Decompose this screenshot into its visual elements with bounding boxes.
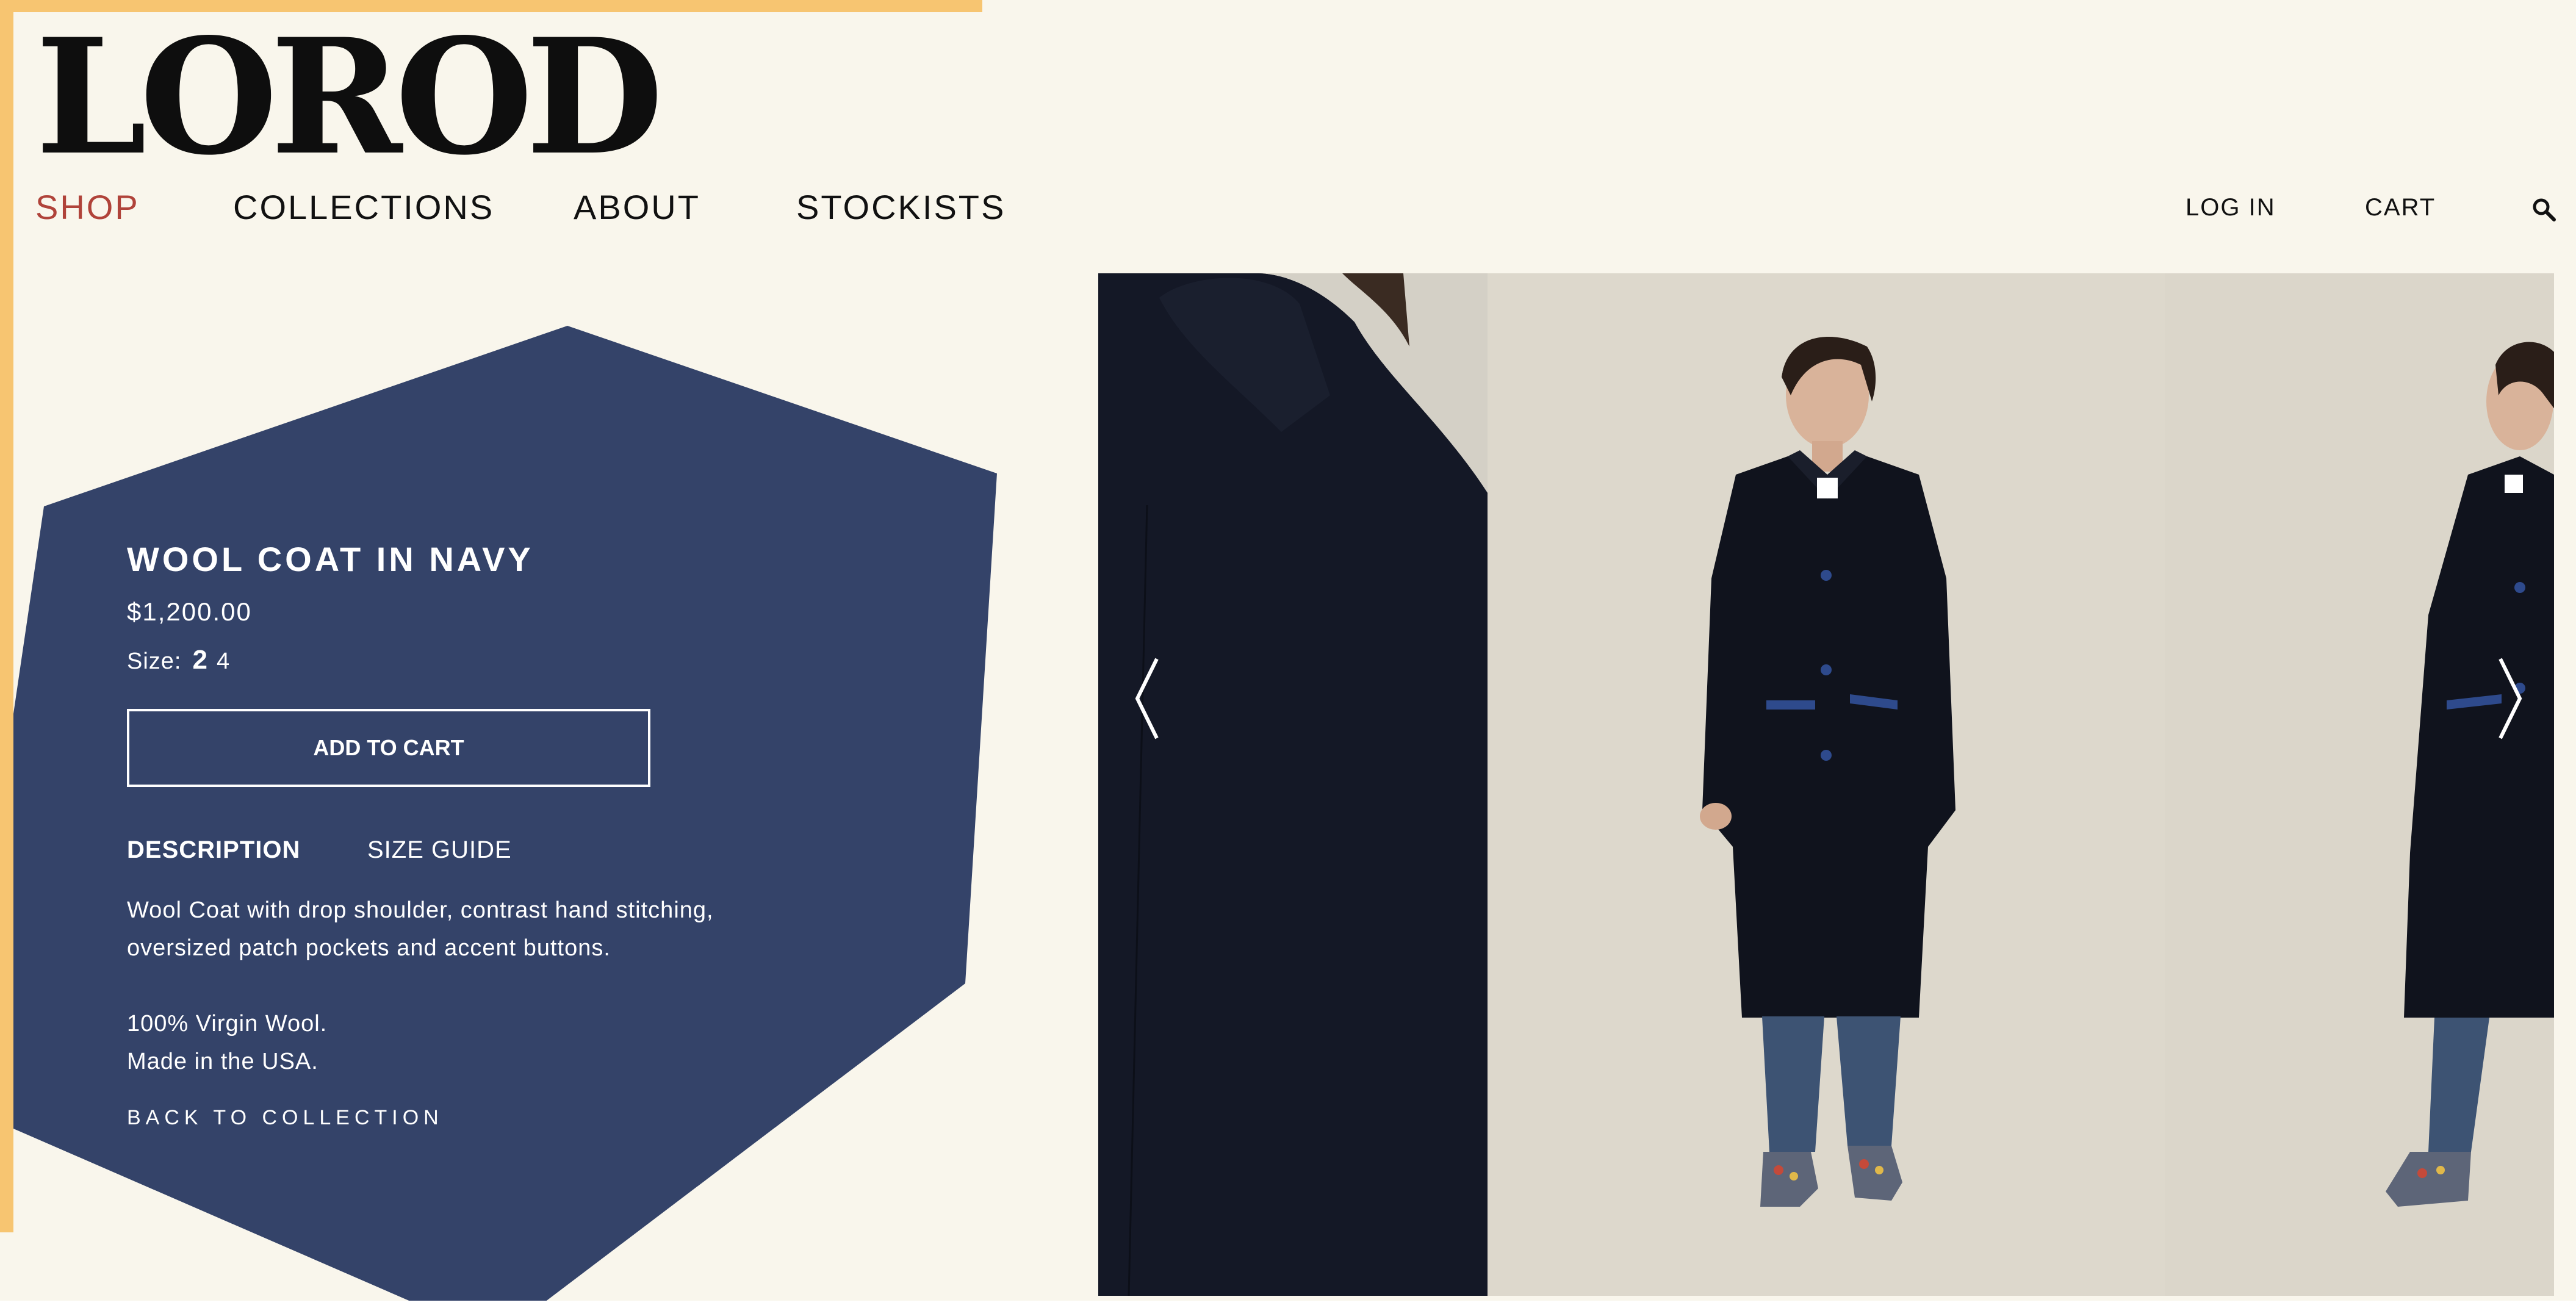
product-photos — [1098, 273, 2554, 1296]
login-link[interactable]: LOG IN — [2186, 192, 2276, 223]
size-selector: Size: 2 4 — [127, 644, 230, 678]
product-price: $1,200.00 — [127, 597, 252, 626]
tab-size-guide[interactable]: SIZE GUIDE — [367, 833, 512, 867]
product-image-gallery[interactable] — [1098, 273, 2554, 1296]
origin-text: Made in the USA. — [127, 1049, 318, 1074]
nav-shop[interactable]: SHOP — [35, 186, 140, 229]
size-label: Size: — [127, 649, 182, 674]
chevron-left-icon[interactable] — [1130, 653, 1167, 744]
cart-link[interactable]: CART — [2365, 192, 2436, 223]
product-page: LOROD SHOP COLLECTIONS ABOUT STOCKISTS L… — [0, 0, 2576, 1308]
nav-collections[interactable]: COLLECTIONS — [233, 186, 494, 229]
chevron-right-icon[interactable] — [2491, 653, 2527, 744]
nav-stockists[interactable]: STOCKISTS — [796, 186, 1006, 229]
back-to-collection-link[interactable]: BACK TO COLLECTION — [127, 1103, 444, 1132]
material-text: 100% Virgin Wool. — [127, 1011, 328, 1037]
add-to-cart-button[interactable]: ADD TO CART — [127, 709, 650, 787]
size-option-4[interactable]: 4 — [217, 645, 230, 678]
size-option-2[interactable]: 2 — [192, 644, 207, 677]
tab-description[interactable]: DESCRIPTION — [127, 833, 300, 867]
search-icon[interactable] — [2531, 196, 2558, 223]
description-text: oversized patch pockets and accent butto… — [127, 935, 611, 961]
bottom-edge — [0, 1301, 2576, 1308]
brand-logo[interactable]: LOROD — [35, 18, 663, 177]
product-title: WOOL COAT IN NAVY — [127, 540, 534, 578]
description-text: Wool Coat with drop shoulder, contrast h… — [127, 897, 714, 923]
nav-about[interactable]: ABOUT — [574, 186, 700, 229]
